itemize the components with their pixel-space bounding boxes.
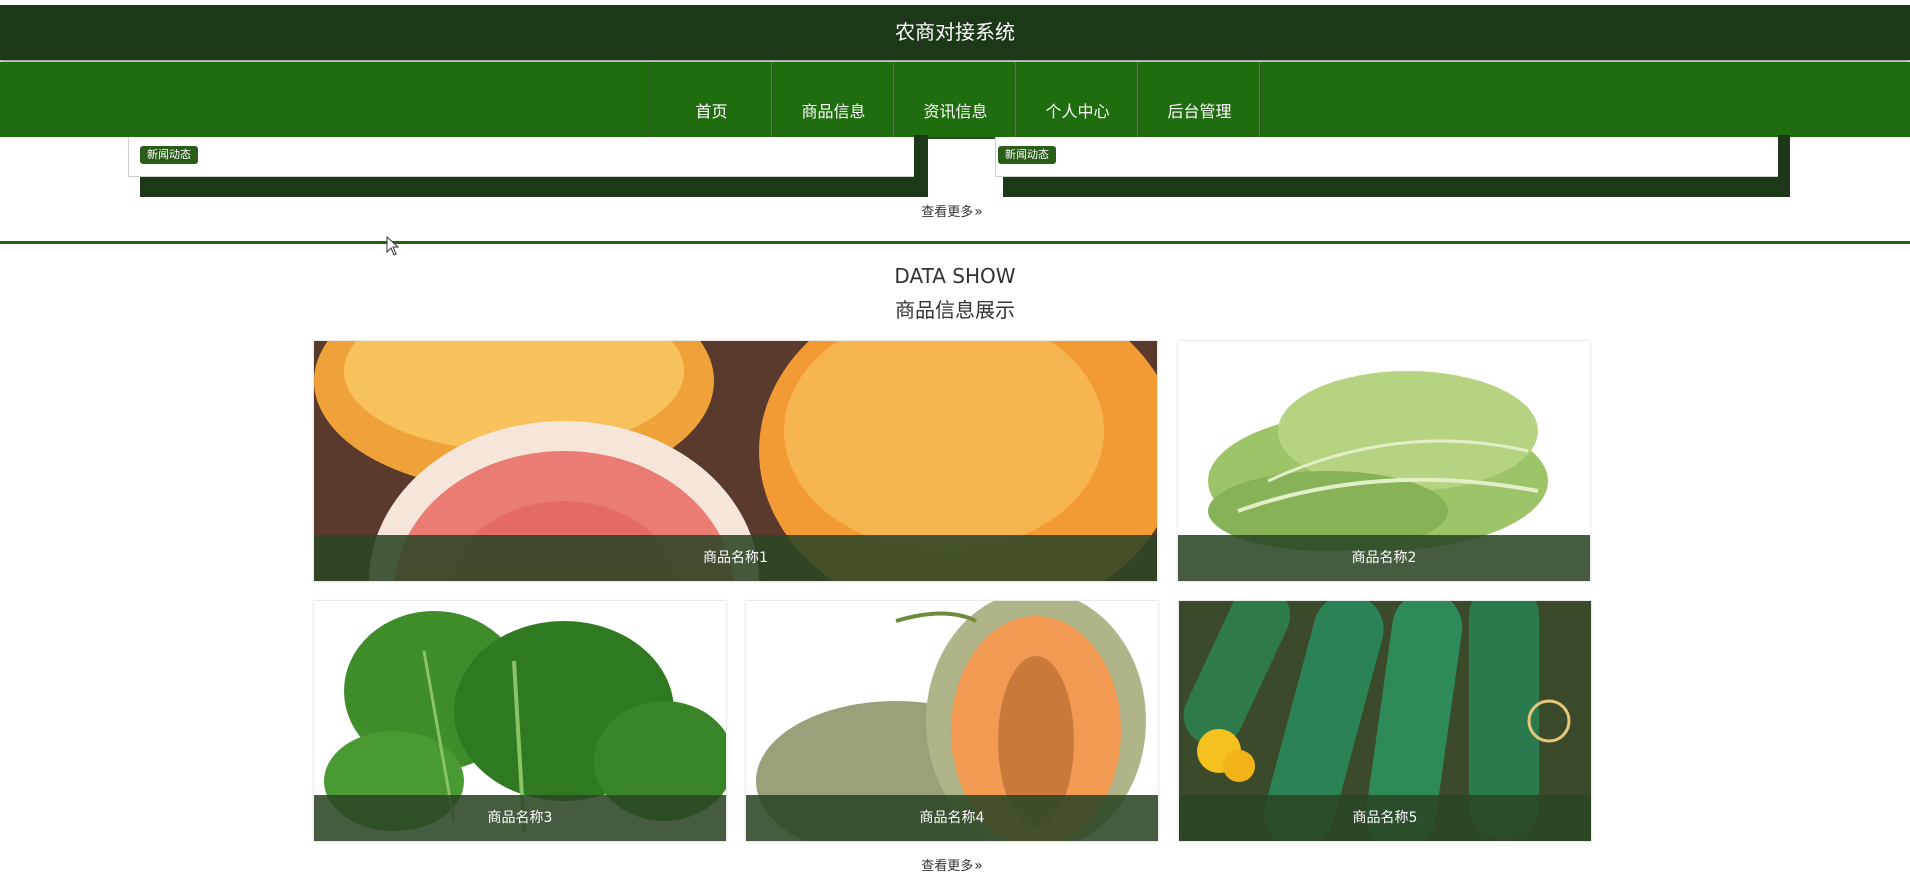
product-card[interactable]: 商品名称1 [314,341,1157,581]
nav-items: 首页 商品信息 资讯信息 个人中心 后台管理 [650,62,1261,139]
product-name: 商品名称2 [1178,535,1590,581]
product-name: 商品名称3 [314,795,726,841]
mouse-cursor-icon [386,236,400,256]
nav-item-profile[interactable]: 个人中心 [1016,62,1138,137]
section-title-en: DATA SHOW [894,264,1016,288]
nav-item-news[interactable]: 资讯信息 [894,62,1016,137]
product-card[interactable]: 商品名称3 [314,601,726,841]
products-more-link[interactable]: 查看更多» [852,855,1052,874]
double-chevron-right-icon: » [974,858,983,874]
nav-item-admin[interactable]: 后台管理 [1138,62,1261,137]
news-badge: 新闻动态 [140,146,198,164]
news-more-link[interactable]: 查看更多» [852,201,1052,220]
news-card-left[interactable]: 新闻动态 [128,135,928,197]
product-name: 商品名称1 [314,535,1157,581]
more-label: 查看更多 [921,859,974,874]
nav-item-home[interactable]: 首页 [650,62,772,137]
site-title-bar: 农商对接系统 [0,5,1910,60]
product-name: 商品名称5 [1179,795,1591,841]
product-card[interactable]: 商品名称5 [1179,601,1591,841]
main-nav: 首页 商品信息 资讯信息 个人中心 后台管理 [0,62,1910,139]
site-title: 农商对接系统 [895,20,1015,44]
product-name: 商品名称4 [746,795,1158,841]
news-badge: 新闻动态 [998,146,1056,164]
product-card[interactable]: 商品名称2 [1178,341,1590,581]
double-chevron-right-icon: » [974,204,983,220]
more-label: 查看更多 [921,205,974,220]
product-card[interactable]: 商品名称4 [746,601,1158,841]
nav-item-products[interactable]: 商品信息 [772,62,894,137]
news-card-right[interactable]: 新闻动态 [995,135,1790,197]
section-divider [0,241,1910,244]
section-title-zh: 商品信息展示 [895,298,1015,322]
